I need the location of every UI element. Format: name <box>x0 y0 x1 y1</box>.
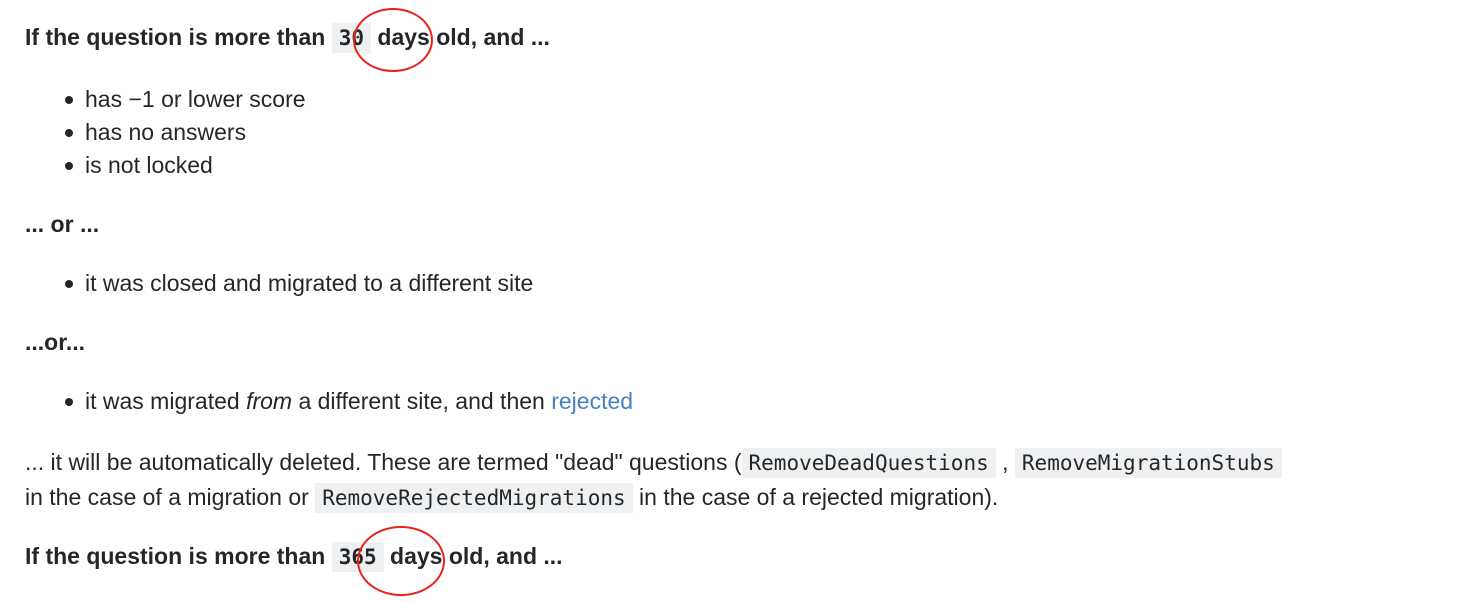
text: it was migrated <box>85 388 240 414</box>
list-item: has −1 or lower score <box>65 83 306 116</box>
heading-text: If the question is more than <box>25 24 326 50</box>
code-remove-rejected-migrations: RemoveRejectedMigrations <box>315 483 633 513</box>
days-code: 30 <box>331 23 371 53</box>
days-code: 365 <box>331 542 384 572</box>
heading-text: days old, and ... <box>390 543 563 569</box>
or-separator-2: ...or... <box>25 329 86 355</box>
deletion-paragraph: ... it will be automatically deleted. Th… <box>25 445 1455 515</box>
heading-365-days: If the question is more than 365 days ol… <box>25 542 563 572</box>
list-item: has no answers <box>65 116 306 149</box>
list-item: is not locked <box>65 149 306 182</box>
rejected-link[interactable]: rejected <box>551 388 633 414</box>
criteria-list-2: it was closed and migrated to a differen… <box>64 267 533 300</box>
code-remove-dead-questions: RemoveDeadQuestions <box>741 448 996 478</box>
emphasis: from <box>246 388 293 414</box>
heading-text: If the question is more than <box>25 543 326 569</box>
or-separator-1: ... or ... <box>25 211 100 237</box>
list-item: it was closed and migrated to a differen… <box>64 267 533 300</box>
heading-30-days: If the question is more than 30 days old… <box>25 23 550 53</box>
heading-text: days old, and ... <box>377 24 550 50</box>
text: , <box>1002 449 1009 475</box>
text: in the case of a migration or <box>25 484 309 510</box>
text: in the case of a rejected migration). <box>639 484 999 510</box>
criteria-list-1: has −1 or lower score has no answers is … <box>65 83 306 182</box>
code-remove-migration-stubs: RemoveMigrationStubs <box>1014 448 1282 478</box>
text: ... it will be automatically deleted. Th… <box>25 449 742 475</box>
criteria-list-3: it was migrated from a different site, a… <box>64 385 633 418</box>
text: a different site, and then <box>298 388 545 414</box>
list-item: it was migrated from a different site, a… <box>64 385 633 418</box>
